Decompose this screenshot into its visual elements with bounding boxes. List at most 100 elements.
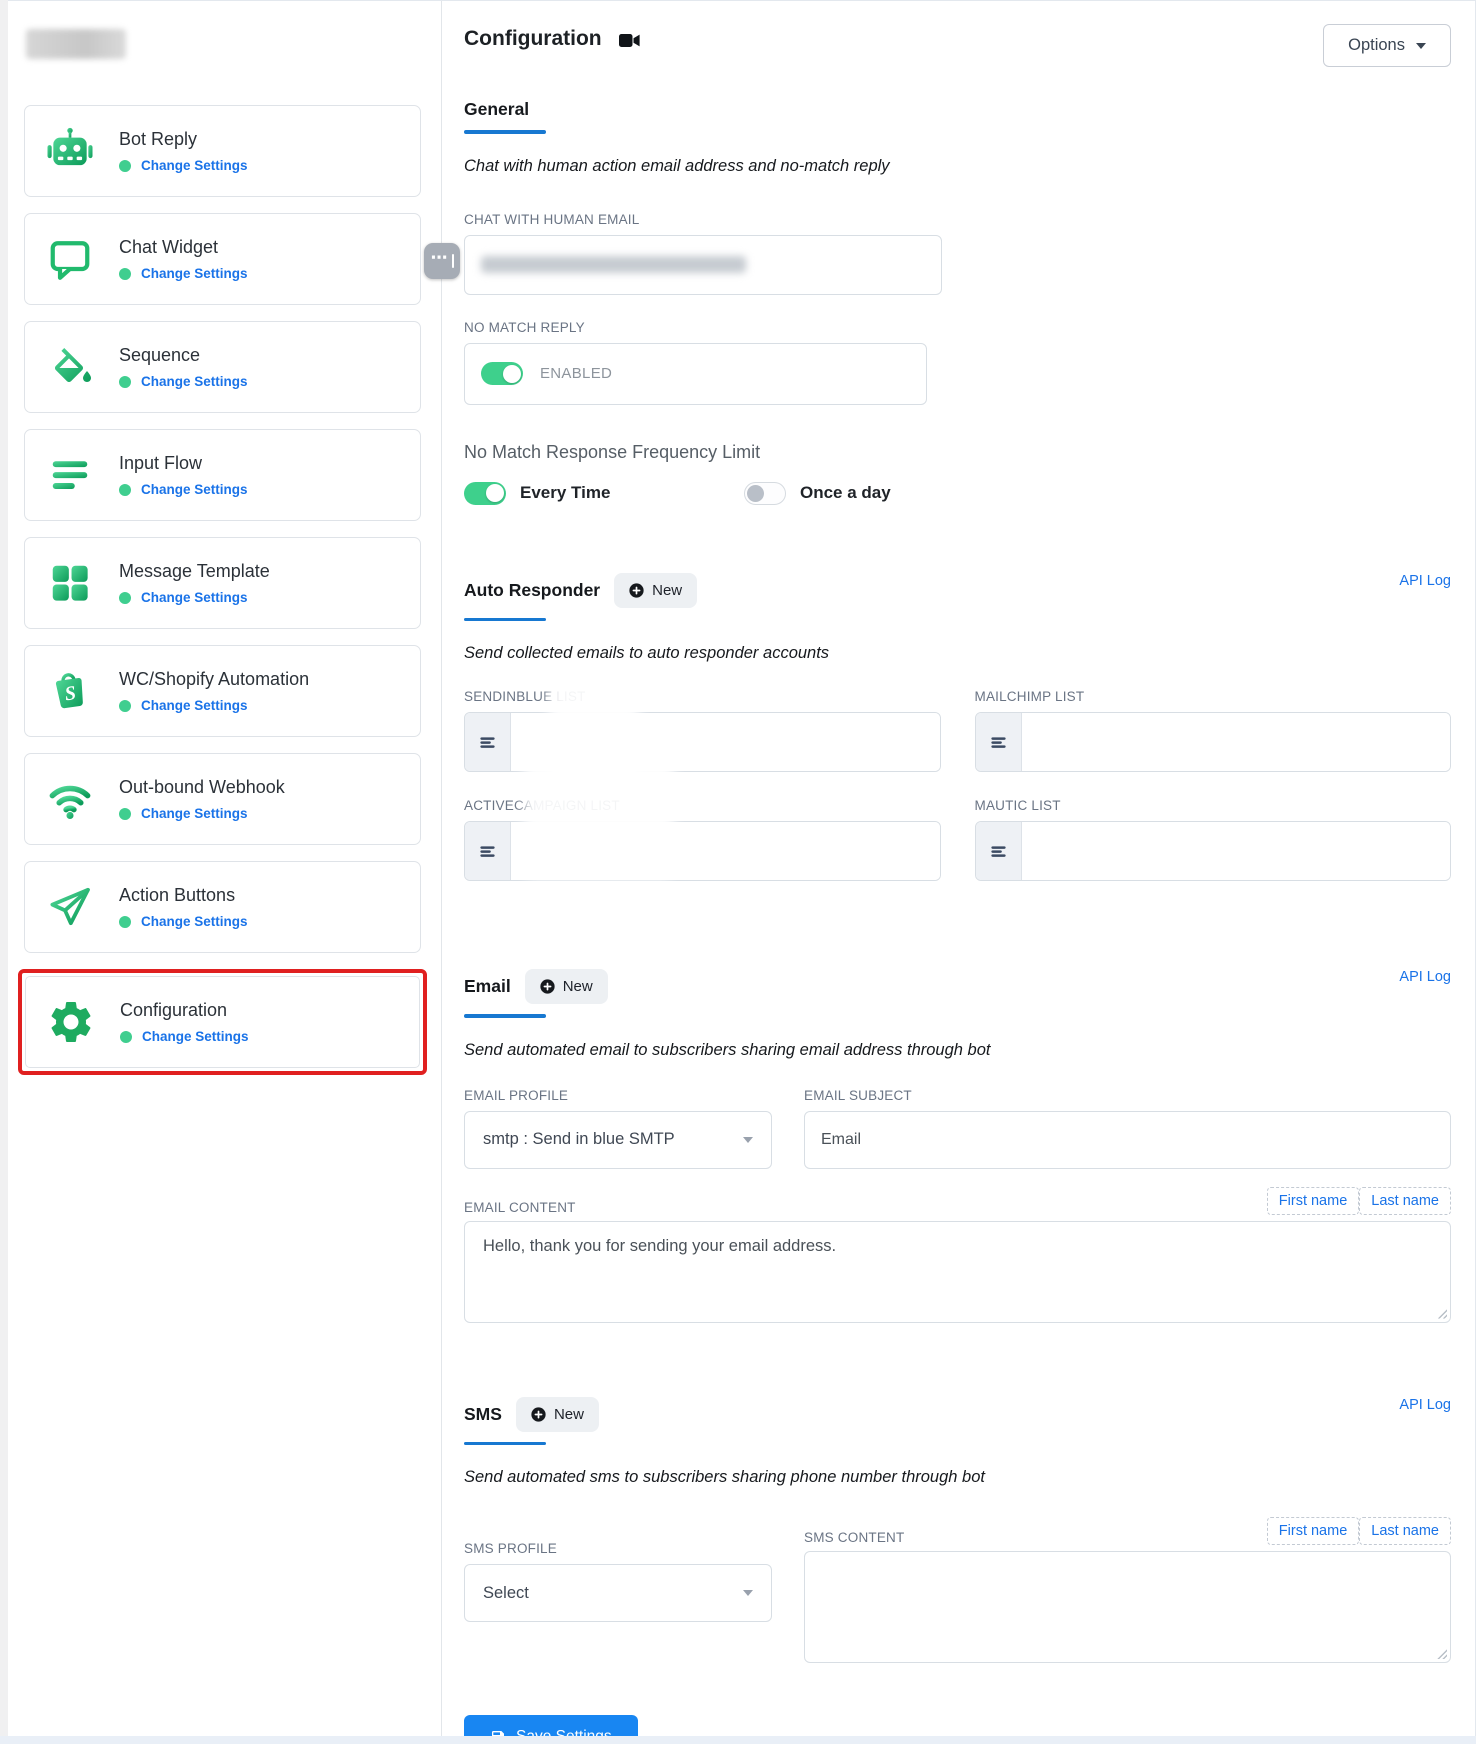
auto-responder-description: Send collected emails to auto responder … bbox=[464, 644, 1451, 663]
new-button-label: New bbox=[563, 978, 593, 995]
sidebar-item-message-template[interactable]: Message Template Change Settings bbox=[24, 537, 421, 629]
plus-circle-icon bbox=[629, 583, 644, 598]
mailchimp-list-input[interactable] bbox=[975, 712, 1452, 772]
configuration-highlight-box: Configuration Change Settings bbox=[18, 969, 427, 1075]
sidebar-item-label: Bot Reply bbox=[119, 129, 248, 150]
page: Bot Reply Change Settings Chat Widget Ch… bbox=[0, 0, 1476, 1744]
sms-description: Send automated sms to subscribers sharin… bbox=[464, 1468, 1451, 1487]
app-panel: Bot Reply Change Settings Chat Widget Ch… bbox=[8, 0, 1476, 1744]
new-button-label: New bbox=[652, 582, 682, 599]
sms-title: SMS bbox=[464, 1404, 502, 1425]
email-profile-select[interactable]: smtp : Send in blue SMTP bbox=[464, 1111, 772, 1169]
email-profile-label: EMAIL PROFILE bbox=[464, 1088, 772, 1103]
chat-with-human-email-label: CHAT WITH HUMAN EMAIL bbox=[464, 212, 1451, 227]
section-underline bbox=[464, 618, 546, 622]
first-name-tag-button[interactable]: First name bbox=[1267, 1517, 1360, 1545]
page-title: Configuration bbox=[464, 27, 602, 51]
list-menu-icon bbox=[465, 822, 511, 880]
chevron-down-icon bbox=[1416, 43, 1426, 49]
list-bars-icon bbox=[43, 452, 97, 498]
general-section: General Chat with human action email add… bbox=[464, 99, 1451, 505]
email-subject-label: EMAIL SUBJECT bbox=[804, 1088, 1451, 1103]
last-name-tag-button[interactable]: Last name bbox=[1359, 1187, 1451, 1215]
mautic-list-label: MAUTIC LIST bbox=[975, 798, 1452, 813]
status-dot bbox=[120, 1031, 132, 1043]
sms-content-textarea[interactable] bbox=[804, 1551, 1451, 1663]
auto-responder-new-button[interactable]: New bbox=[614, 573, 697, 608]
first-name-tag-button[interactable]: First name bbox=[1267, 1187, 1360, 1215]
no-match-reply-toggle[interactable] bbox=[481, 362, 523, 385]
main-content: Configuration Options General bbox=[442, 1, 1475, 1743]
sms-profile-select[interactable]: Select bbox=[464, 1564, 772, 1622]
status-dot bbox=[119, 592, 131, 604]
status-dot bbox=[119, 484, 131, 496]
sidebar-item-wc-shopify-automation[interactable]: S WC/Shopify Automation Change Settings bbox=[24, 645, 421, 737]
options-button-label: Options bbox=[1348, 36, 1405, 55]
resize-grip-icon[interactable] bbox=[1436, 1648, 1447, 1659]
sidebar-item-label: Out-bound Webhook bbox=[119, 777, 285, 798]
list-menu-icon bbox=[976, 713, 1022, 771]
email-profile-value: smtp : Send in blue SMTP bbox=[483, 1130, 675, 1149]
sidebar-item-bot-reply[interactable]: Bot Reply Change Settings bbox=[24, 105, 421, 197]
sms-new-button[interactable]: New bbox=[516, 1397, 599, 1432]
sendinblue-list-label: SENDINBLUE LIST bbox=[464, 689, 941, 704]
change-settings-link[interactable]: Change Settings bbox=[141, 482, 248, 497]
options-button[interactable]: Options bbox=[1323, 24, 1451, 67]
shopify-bag-icon: S bbox=[43, 666, 97, 716]
sidebar: Bot Reply Change Settings Chat Widget Ch… bbox=[8, 1, 442, 1743]
list-menu-icon bbox=[465, 713, 511, 771]
sidebar-item-sequence[interactable]: Sequence Change Settings bbox=[24, 321, 421, 413]
once-a-day-toggle[interactable] bbox=[744, 482, 786, 505]
status-dot bbox=[119, 808, 131, 820]
sidebar-item-action-buttons[interactable]: Action Buttons Change Settings bbox=[24, 861, 421, 953]
chevron-down-icon bbox=[743, 1137, 753, 1143]
sidebar-collapse-handle[interactable]: ⋯ bbox=[424, 243, 460, 279]
chat-with-human-email-input[interactable] bbox=[464, 235, 942, 295]
blurred-email-value bbox=[481, 256, 746, 273]
robot-icon bbox=[43, 126, 97, 176]
every-time-toggle[interactable] bbox=[464, 482, 506, 505]
auto-responder-api-log-link[interactable]: API Log bbox=[1399, 573, 1451, 589]
handle-bar-icon bbox=[452, 254, 454, 268]
sidebar-item-configuration[interactable]: Configuration Change Settings bbox=[25, 976, 420, 1068]
change-settings-link[interactable]: Change Settings bbox=[141, 698, 248, 713]
change-settings-link[interactable]: Change Settings bbox=[141, 806, 248, 821]
sms-api-log-link[interactable]: API Log bbox=[1399, 1397, 1451, 1413]
status-dot bbox=[119, 700, 131, 712]
mailchimp-list-label: MAILCHIMP LIST bbox=[975, 689, 1452, 704]
sms-section: SMS New API Log Send automated sms to su… bbox=[464, 1397, 1451, 1744]
change-settings-link[interactable]: Change Settings bbox=[141, 266, 248, 281]
plus-circle-icon bbox=[531, 1407, 546, 1422]
video-camera-icon[interactable] bbox=[619, 33, 640, 48]
change-settings-link[interactable]: Change Settings bbox=[141, 914, 248, 929]
sidebar-item-label: Chat Widget bbox=[119, 237, 248, 258]
email-api-log-link[interactable]: API Log bbox=[1399, 969, 1451, 985]
last-name-tag-button[interactable]: Last name bbox=[1359, 1517, 1451, 1545]
sidebar-item-input-flow[interactable]: Input Flow Change Settings bbox=[24, 429, 421, 521]
email-new-button[interactable]: New bbox=[525, 969, 608, 1004]
general-description: Chat with human action email address and… bbox=[464, 157, 1451, 176]
paper-plane-icon bbox=[43, 883, 97, 931]
sidebar-item-outbound-webhook[interactable]: Out-bound Webhook Change Settings bbox=[24, 753, 421, 845]
email-content-value: Hello, thank you for sending your email … bbox=[483, 1237, 836, 1255]
sidebar-item-chat-widget[interactable]: Chat Widget Change Settings bbox=[24, 213, 421, 305]
every-time-label: Every Time bbox=[520, 483, 610, 503]
plus-circle-icon bbox=[540, 979, 555, 994]
email-description: Send automated email to subscribers shar… bbox=[464, 1041, 1451, 1060]
mautic-list-input[interactable] bbox=[975, 821, 1452, 881]
email-content-textarea[interactable]: Hello, thank you for sending your email … bbox=[464, 1221, 1451, 1323]
change-settings-link[interactable]: Change Settings bbox=[142, 1029, 249, 1044]
email-subject-input[interactable]: Email bbox=[804, 1111, 1451, 1169]
change-settings-link[interactable]: Change Settings bbox=[141, 590, 248, 605]
no-match-reply-box: ENABLED bbox=[464, 343, 927, 405]
wifi-icon bbox=[43, 774, 97, 824]
change-settings-link[interactable]: Change Settings bbox=[141, 158, 248, 173]
frequency-limit-title: No Match Response Frequency Limit bbox=[464, 442, 1451, 463]
blurred-overlay bbox=[524, 744, 674, 879]
list-menu-icon bbox=[976, 822, 1022, 880]
sidebar-item-label: Sequence bbox=[119, 345, 248, 366]
change-settings-link[interactable]: Change Settings bbox=[141, 374, 248, 389]
sidebar-item-label: Message Template bbox=[119, 561, 270, 582]
resize-grip-icon[interactable] bbox=[1436, 1308, 1447, 1319]
no-match-reply-state: ENABLED bbox=[540, 365, 612, 382]
